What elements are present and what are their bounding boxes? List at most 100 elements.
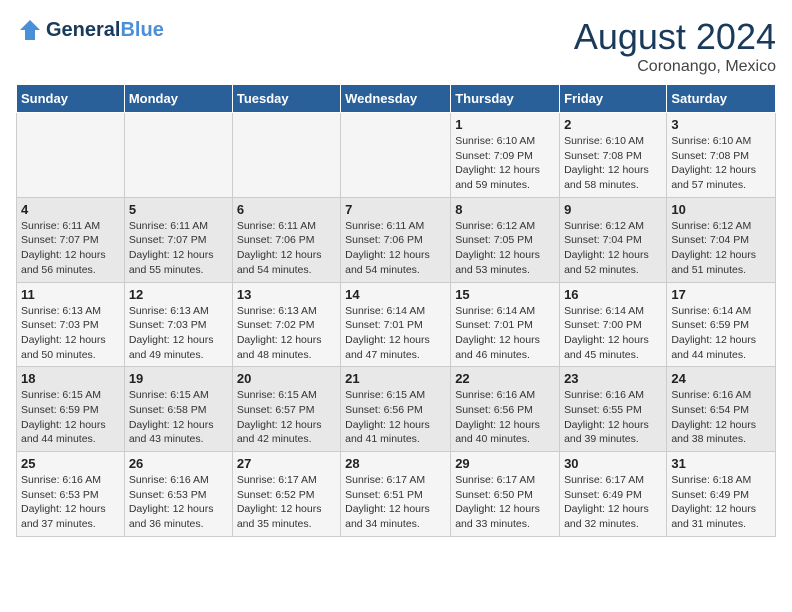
weekday-header-tuesday: Tuesday — [232, 85, 340, 113]
calendar-cell: 6 Sunrise: 6:11 AM Sunset: 7:06 PM Daylig… — [232, 197, 340, 282]
day-info: Sunrise: 6:15 AM Sunset: 6:57 PM Dayligh… — [237, 388, 336, 447]
calendar-body: 1 Sunrise: 6:10 AM Sunset: 7:09 PM Daylig… — [17, 113, 776, 537]
calendar-cell: 23Sunrise: 6:16 AM Sunset: 6:55 PM Dayli… — [560, 367, 667, 452]
calendar-cell: 22 Sunrise: 6:16 AM Sunset: 6:56 PM Dayli… — [451, 367, 560, 452]
calendar-cell: 11Sunrise: 6:13 AM Sunset: 7:03 PM Dayli… — [17, 282, 125, 367]
calendar-cell — [124, 113, 232, 198]
calendar-cell: 27Sunrise: 6:17 AM Sunset: 6:52 PM Dayli… — [232, 452, 340, 537]
day-number: 3 — [671, 117, 771, 132]
calendar-cell: 3 Sunrise: 6:10 AM Sunset: 7:08 PM Daylig… — [667, 113, 776, 198]
day-info: Sunrise: 6:15 AM Sunset: 6:58 PM Dayligh… — [129, 388, 228, 447]
calendar-week-row: 18 Sunrise: 6:15 AM Sunset: 6:59 PM Dayli… — [17, 367, 776, 452]
day-number: 19 — [129, 371, 228, 386]
day-number: 9 — [564, 202, 662, 217]
day-number: 26 — [129, 456, 228, 471]
calendar-cell: 7 Sunrise: 6:11 AM Sunset: 7:06 PM Daylig… — [341, 197, 451, 282]
weekday-header-wednesday: Wednesday — [341, 85, 451, 113]
day-info: Sunrise: 6:11 AM Sunset: 7:07 PM Dayligh… — [129, 219, 228, 278]
calendar-week-row: 25 Sunrise: 6:16 AM Sunset: 6:53 PM Dayli… — [17, 452, 776, 537]
day-info: Sunrise: 6:13 AM Sunset: 7:03 PM Dayligh… — [129, 304, 228, 363]
day-number: 2 — [564, 117, 662, 132]
day-info: Sunrise: 6:14 AM Sunset: 6:59 PM Dayligh… — [671, 304, 771, 363]
weekday-header-monday: Monday — [124, 85, 232, 113]
logo-icon — [16, 16, 44, 44]
day-info: Sunrise: 6:17 AM Sunset: 6:50 PM Dayligh… — [455, 473, 555, 532]
day-number: 29 — [455, 456, 555, 471]
day-info: Sunrise: 6:17 AM Sunset: 6:51 PM Dayligh… — [345, 473, 446, 532]
day-number: 31 — [671, 456, 771, 471]
weekday-header-row: SundayMondayTuesdayWednesdayThursdayFrid… — [17, 85, 776, 113]
logo-general: General — [46, 19, 120, 41]
day-number: 1 — [455, 117, 555, 132]
logo-blue: Blue — [120, 19, 163, 41]
calendar-cell: 20Sunrise: 6:15 AM Sunset: 6:57 PM Dayli… — [232, 367, 340, 452]
day-number: 8 — [455, 202, 555, 217]
day-info: Sunrise: 6:12 AM Sunset: 7:04 PM Dayligh… — [564, 219, 662, 278]
day-number: 22 — [455, 371, 555, 386]
day-number: 13 — [237, 287, 336, 302]
calendar-cell: 24 Sunrise: 6:16 AM Sunset: 6:54 PM Dayli… — [667, 367, 776, 452]
logo: GeneralBlue — [16, 16, 164, 44]
month-year-title: August 2024 — [574, 16, 776, 58]
calendar-cell: 8 Sunrise: 6:12 AM Sunset: 7:05 PM Daylig… — [451, 197, 560, 282]
day-number: 16 — [564, 287, 662, 302]
day-info: Sunrise: 6:14 AM Sunset: 7:01 PM Dayligh… — [455, 304, 555, 363]
day-info: Sunrise: 6:17 AM Sunset: 6:49 PM Dayligh… — [564, 473, 662, 532]
day-number: 25 — [21, 456, 120, 471]
calendar-cell: 9 Sunrise: 6:12 AM Sunset: 7:04 PM Daylig… — [560, 197, 667, 282]
day-info: Sunrise: 6:10 AM Sunset: 7:08 PM Dayligh… — [671, 134, 771, 193]
weekday-header-saturday: Saturday — [667, 85, 776, 113]
day-number: 24 — [671, 371, 771, 386]
day-info: Sunrise: 6:13 AM Sunset: 7:03 PM Dayligh… — [21, 304, 120, 363]
calendar-week-row: 11Sunrise: 6:13 AM Sunset: 7:03 PM Dayli… — [17, 282, 776, 367]
day-info: Sunrise: 6:17 AM Sunset: 6:52 PM Dayligh… — [237, 473, 336, 532]
calendar-table: SundayMondayTuesdayWednesdayThursdayFrid… — [16, 84, 776, 537]
calendar-cell: 30 Sunrise: 6:17 AM Sunset: 6:49 PM Dayli… — [560, 452, 667, 537]
day-number: 21 — [345, 371, 446, 386]
calendar-cell: 18 Sunrise: 6:15 AM Sunset: 6:59 PM Dayli… — [17, 367, 125, 452]
weekday-header-thursday: Thursday — [451, 85, 560, 113]
calendar-cell — [17, 113, 125, 198]
weekday-header-sunday: Sunday — [17, 85, 125, 113]
day-info: Sunrise: 6:11 AM Sunset: 7:07 PM Dayligh… — [21, 219, 120, 278]
calendar-cell: 13Sunrise: 6:13 AM Sunset: 7:02 PM Dayli… — [232, 282, 340, 367]
day-number: 30 — [564, 456, 662, 471]
day-info: Sunrise: 6:11 AM Sunset: 7:06 PM Dayligh… — [237, 219, 336, 278]
day-number: 7 — [345, 202, 446, 217]
day-info: Sunrise: 6:15 AM Sunset: 6:59 PM Dayligh… — [21, 388, 120, 447]
calendar-cell: 26 Sunrise: 6:16 AM Sunset: 6:53 PM Dayli… — [124, 452, 232, 537]
page-header: GeneralBlue August 2024 Coronango, Mexic… — [16, 16, 776, 76]
calendar-cell: 1 Sunrise: 6:10 AM Sunset: 7:09 PM Daylig… — [451, 113, 560, 198]
day-info: Sunrise: 6:10 AM Sunset: 7:09 PM Dayligh… — [455, 134, 555, 193]
day-info: Sunrise: 6:14 AM Sunset: 7:01 PM Dayligh… — [345, 304, 446, 363]
day-number: 10 — [671, 202, 771, 217]
day-number: 18 — [21, 371, 120, 386]
calendar-cell: 16Sunrise: 6:14 AM Sunset: 7:00 PM Dayli… — [560, 282, 667, 367]
day-number: 5 — [129, 202, 228, 217]
calendar-cell: 25Sunrise: 6:16 AM Sunset: 6:53 PM Dayli… — [17, 452, 125, 537]
title-block: August 2024 Coronango, Mexico — [574, 16, 776, 76]
day-number: 15 — [455, 287, 555, 302]
day-number: 17 — [671, 287, 771, 302]
day-info: Sunrise: 6:11 AM Sunset: 7:06 PM Dayligh… — [345, 219, 446, 278]
calendar-cell: 28 Sunrise: 6:17 AM Sunset: 6:51 PM Dayli… — [341, 452, 451, 537]
calendar-cell: 15 Sunrise: 6:14 AM Sunset: 7:01 PM Dayli… — [451, 282, 560, 367]
day-info: Sunrise: 6:16 AM Sunset: 6:53 PM Dayligh… — [129, 473, 228, 532]
day-number: 28 — [345, 456, 446, 471]
day-number: 14 — [345, 287, 446, 302]
day-info: Sunrise: 6:16 AM Sunset: 6:54 PM Dayligh… — [671, 388, 771, 447]
day-info: Sunrise: 6:10 AM Sunset: 7:08 PM Dayligh… — [564, 134, 662, 193]
calendar-cell: 31Sunrise: 6:18 AM Sunset: 6:49 PM Dayli… — [667, 452, 776, 537]
day-info: Sunrise: 6:12 AM Sunset: 7:04 PM Dayligh… — [671, 219, 771, 278]
day-info: Sunrise: 6:16 AM Sunset: 6:55 PM Dayligh… — [564, 388, 662, 447]
day-info: Sunrise: 6:12 AM Sunset: 7:05 PM Dayligh… — [455, 219, 555, 278]
day-number: 6 — [237, 202, 336, 217]
day-number: 12 — [129, 287, 228, 302]
calendar-cell: 12 Sunrise: 6:13 AM Sunset: 7:03 PM Dayli… — [124, 282, 232, 367]
day-info: Sunrise: 6:15 AM Sunset: 6:56 PM Dayligh… — [345, 388, 446, 447]
day-info: Sunrise: 6:16 AM Sunset: 6:56 PM Dayligh… — [455, 388, 555, 447]
calendar-cell: 21 Sunrise: 6:15 AM Sunset: 6:56 PM Dayli… — [341, 367, 451, 452]
weekday-header-friday: Friday — [560, 85, 667, 113]
calendar-cell: 2 Sunrise: 6:10 AM Sunset: 7:08 PM Daylig… — [560, 113, 667, 198]
calendar-cell: 19 Sunrise: 6:15 AM Sunset: 6:58 PM Dayli… — [124, 367, 232, 452]
